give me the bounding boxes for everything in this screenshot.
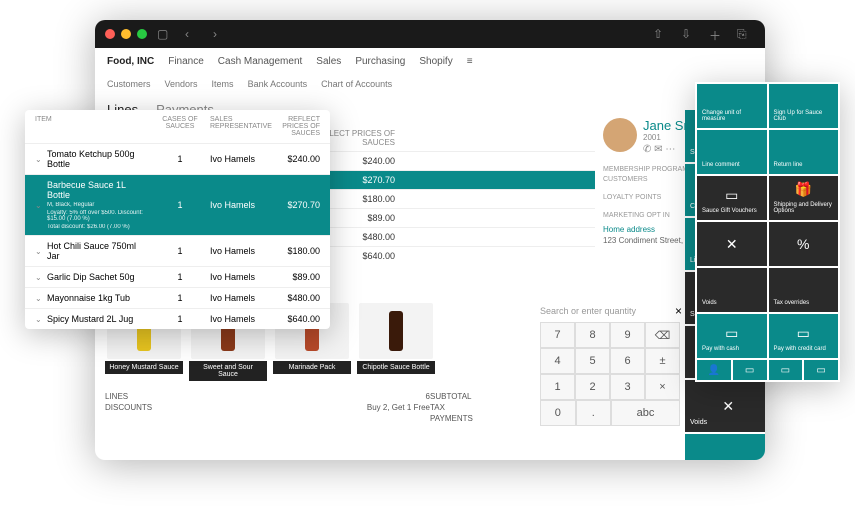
overlay-tile[interactable]: ▭Sauce Gift Vouchers (697, 176, 767, 220)
keypad-key[interactable]: 0 (540, 400, 576, 426)
marketing-label: MARKETING OPT IN (603, 212, 670, 219)
menu-purchasing[interactable]: Purchasing (355, 56, 405, 67)
overlay-tile[interactable]: % (769, 222, 839, 266)
sidebar-icon[interactable]: ▢ (157, 27, 171, 41)
menu-shopify[interactable]: Shopify (419, 56, 452, 67)
mini-tile[interactable]: ▭ (769, 360, 803, 380)
overlay-tile[interactable]: Return line (769, 130, 839, 174)
keypad-key[interactable]: 6 (610, 348, 645, 374)
popup-row[interactable]: ⌄Tomato Ketchup 500g Bottle1Ivo Hamels$2… (25, 143, 330, 174)
forward-icon[interactable]: › (213, 27, 227, 41)
popup-row[interactable]: ⌄Mayonnaise 1kg Tub1Ivo Hamels$480.00 (25, 287, 330, 308)
overlay-tile[interactable]: ✕ (697, 222, 767, 266)
mini-tile[interactable]: ▭ (733, 360, 767, 380)
ph-rep: SALES REPRESENTATIVE (210, 116, 270, 137)
keypad-close-icon[interactable]: × (675, 304, 682, 318)
sub-bank[interactable]: Bank Accounts (248, 79, 308, 89)
keypad-key[interactable]: ± (645, 348, 680, 374)
menu-more[interactable]: ≡ (467, 56, 473, 67)
menu-finance[interactable]: Finance (168, 56, 204, 67)
mini-tile[interactable]: ▭ (804, 360, 838, 380)
overlay-tile[interactable]: Change unit of measure (697, 84, 767, 128)
overlay-tile[interactable]: Line comment (697, 130, 767, 174)
overlay-tile[interactable]: Tax overrides (769, 268, 839, 312)
avatar[interactable] (603, 118, 637, 152)
ph-item: ITEM (35, 116, 150, 137)
keypad-key[interactable]: ⌫ (645, 322, 680, 348)
ph-price: REFLECT PRICES OF SAUCES (270, 116, 320, 137)
menu-sales[interactable]: Sales (316, 56, 341, 67)
overlay-tile[interactable]: ▭Pay with cash (697, 314, 767, 358)
summary-row: DISCOUNTSBuy 2, Get 1 Free (105, 402, 430, 413)
sub-vendors[interactable]: Vendors (165, 79, 198, 89)
menubar: Food, INC Finance Cash Management Sales … (95, 48, 765, 74)
keypad-key[interactable]: 4 (540, 348, 575, 374)
action-panel-overlay: Change unit of measureSign Up for Sauce … (695, 82, 840, 382)
summary-row: LINES6 (105, 391, 430, 402)
sub-customers[interactable]: Customers (107, 79, 151, 89)
maximize-dot[interactable] (137, 29, 147, 39)
action-tile[interactable]: Pay with cash (685, 434, 765, 460)
keypad-key[interactable]: 2 (575, 374, 610, 400)
popup-row[interactable]: ⌄Hot Chili Sauce 750ml Jar1Ivo Hamels$18… (25, 235, 330, 266)
upload-icon[interactable]: ⇧ (653, 27, 667, 41)
popup-header: ITEM CASES OF SAUCES SALES REPRESENTATIV… (25, 110, 330, 143)
keypad-key[interactable]: . (576, 400, 612, 426)
keypad-key[interactable]: 7 (540, 322, 575, 348)
keypad: × 789⌫456±123×0.abc (540, 322, 680, 426)
overlay-tile[interactable]: Sign Up for Sauce Club (769, 84, 839, 128)
overlay-tile[interactable]: ▭Pay with credit card (769, 314, 839, 358)
overlay-tile[interactable]: 🎁Shipping and Delivery Options (769, 176, 839, 220)
close-dot[interactable] (105, 29, 115, 39)
ph-qty: CASES OF SAUCES (150, 116, 210, 137)
product-card[interactable]: Chipotle Sauce Bottle (357, 303, 435, 381)
keypad-key[interactable]: 5 (575, 348, 610, 374)
copy-icon[interactable]: ⎘ (737, 27, 751, 41)
popup-row[interactable]: ⌄Garlic Dip Sachet 50g1Ivo Hamels$89.00 (25, 266, 330, 287)
keypad-key[interactable]: abc (611, 400, 680, 426)
action-tile[interactable]: ✕Voids (685, 380, 765, 432)
back-icon[interactable]: ‹ (185, 27, 199, 41)
submenu: Customers Vendors Items Bank Accounts Ch… (95, 74, 765, 94)
keypad-key[interactable]: 1 (540, 374, 575, 400)
search-input[interactable]: Search or enter quantity (540, 306, 636, 316)
minimize-dot[interactable] (121, 29, 131, 39)
popup-row[interactable]: ⌄Barbecue Sauce 1L BottleM, Black, Regul… (25, 174, 330, 235)
mini-tile[interactable]: 👤 (697, 360, 731, 380)
download-icon[interactable]: ⇩ (681, 27, 695, 41)
titlebar: ▢ ‹ › ⇧ ⇩ ＋ ⎘ (95, 20, 765, 48)
menu-cash[interactable]: Cash Management (218, 56, 303, 67)
keypad-key[interactable]: 8 (575, 322, 610, 348)
popup-row[interactable]: ⌄Spicy Mustard 2L Jug1Ivo Hamels$640.00 (25, 308, 330, 329)
sub-items[interactable]: Items (212, 79, 234, 89)
brand: Food, INC (107, 56, 154, 67)
overlay-tile[interactable]: Voids (697, 268, 767, 312)
keypad-key[interactable]: × (645, 374, 680, 400)
add-icon[interactable]: ＋ (709, 27, 723, 41)
loyalty-label: LOYALTY POINTS (603, 194, 661, 201)
keypad-key[interactable]: 9 (610, 322, 645, 348)
items-popup: ITEM CASES OF SAUCES SALES REPRESENTATIV… (25, 110, 330, 329)
keypad-key[interactable]: 3 (610, 374, 645, 400)
sub-coa[interactable]: Chart of Accounts (321, 79, 392, 89)
